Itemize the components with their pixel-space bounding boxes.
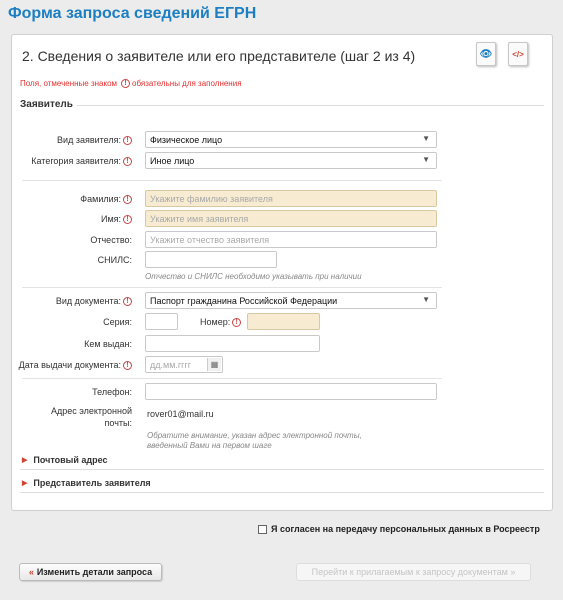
number-label: Номер:! xyxy=(200,315,242,329)
first-name-label: Имя:! xyxy=(101,212,132,226)
section-line xyxy=(20,469,544,470)
section-line xyxy=(20,492,544,493)
number-input[interactable] xyxy=(247,313,320,330)
patronymic-label: Отчество: xyxy=(90,235,132,245)
email-label: Адрес электронной почты: xyxy=(50,406,132,428)
last-name-input[interactable]: Укажите фамилию заявителя xyxy=(145,190,437,207)
postal-address-toggle[interactable]: ▶ Почтовый адрес xyxy=(22,455,108,465)
applicant-type-select[interactable]: Физическое лицо ▼ xyxy=(145,131,437,148)
doc-type-select[interactable]: Паспорт гражданина Российской Федерации ▼ xyxy=(145,292,437,309)
first-name-input[interactable]: Укажите имя заявителя xyxy=(145,210,437,227)
divider xyxy=(22,180,442,181)
issue-date-input[interactable]: дд.мм.гггг ▦ xyxy=(145,356,223,373)
page-title: Форма запроса сведений ЕГРН xyxy=(8,5,257,22)
representative-toggle[interactable]: ▶ Представитель заявителя xyxy=(22,478,151,488)
snils-label: СНИЛС: xyxy=(97,255,132,265)
required-note: Поля, отмеченные знаком ! обязательны дл… xyxy=(20,79,242,88)
expand-icon: ▶ xyxy=(22,480,28,487)
email-hint: Обратите внимание, указан адрес электрон… xyxy=(147,431,362,450)
last-name-label: Фамилия:! xyxy=(80,192,132,206)
issued-by-label: Кем выдан: xyxy=(84,339,132,349)
expand-icon: ▶ xyxy=(22,457,28,464)
step-title: 2. Сведения о заявителе или его представ… xyxy=(22,48,416,64)
required-icon: ! xyxy=(121,79,131,88)
applicant-category-select[interactable]: Иное лицо ▼ xyxy=(145,152,437,169)
snils-input[interactable] xyxy=(145,251,277,268)
code-icon[interactable]: </> xyxy=(508,42,528,66)
applicant-type-label: Вид заявителя:! xyxy=(57,133,132,147)
view-icon[interactable]: 👁 xyxy=(476,42,496,66)
doc-type-label: Вид документа:! xyxy=(56,294,132,308)
patronymic-input[interactable]: Укажите отчество заявителя xyxy=(145,231,437,248)
form-panel: 2. Сведения о заявителе или его представ… xyxy=(11,34,553,511)
issued-by-input[interactable] xyxy=(145,335,320,352)
chevron-down-icon: ▼ xyxy=(422,155,430,164)
chevron-down-icon: ▼ xyxy=(422,134,430,143)
consent-label: Я согласен на передачу персональных данн… xyxy=(271,524,540,534)
calendar-icon[interactable]: ▦ xyxy=(207,358,221,371)
email-value: rover01@mail.ru xyxy=(147,409,214,419)
divider xyxy=(22,287,442,288)
section-line xyxy=(20,105,544,106)
applicant-category-label: Категория заявителя:! xyxy=(31,154,132,168)
consent-checkbox[interactable] xyxy=(258,524,267,534)
series-label: Серия: xyxy=(103,317,132,327)
chevron-down-icon: ▼ xyxy=(422,295,430,304)
back-button[interactable]: «Изменить детали запроса xyxy=(19,563,162,581)
phone-input[interactable] xyxy=(145,383,437,400)
consent-checkbox-row[interactable]: Я согласен на передачу персональных данн… xyxy=(258,524,540,534)
series-input[interactable] xyxy=(145,313,178,330)
snils-hint: Отчество и СНИЛС необходимо указывать пр… xyxy=(145,272,362,281)
section-applicant-title: Заявитель xyxy=(20,99,77,110)
issue-date-label: Дата выдачи документа:! xyxy=(19,358,132,372)
divider xyxy=(22,378,442,379)
next-button[interactable]: Перейти к прилагаемым к запросу документ… xyxy=(296,563,531,581)
phone-label: Телефон: xyxy=(92,387,132,397)
